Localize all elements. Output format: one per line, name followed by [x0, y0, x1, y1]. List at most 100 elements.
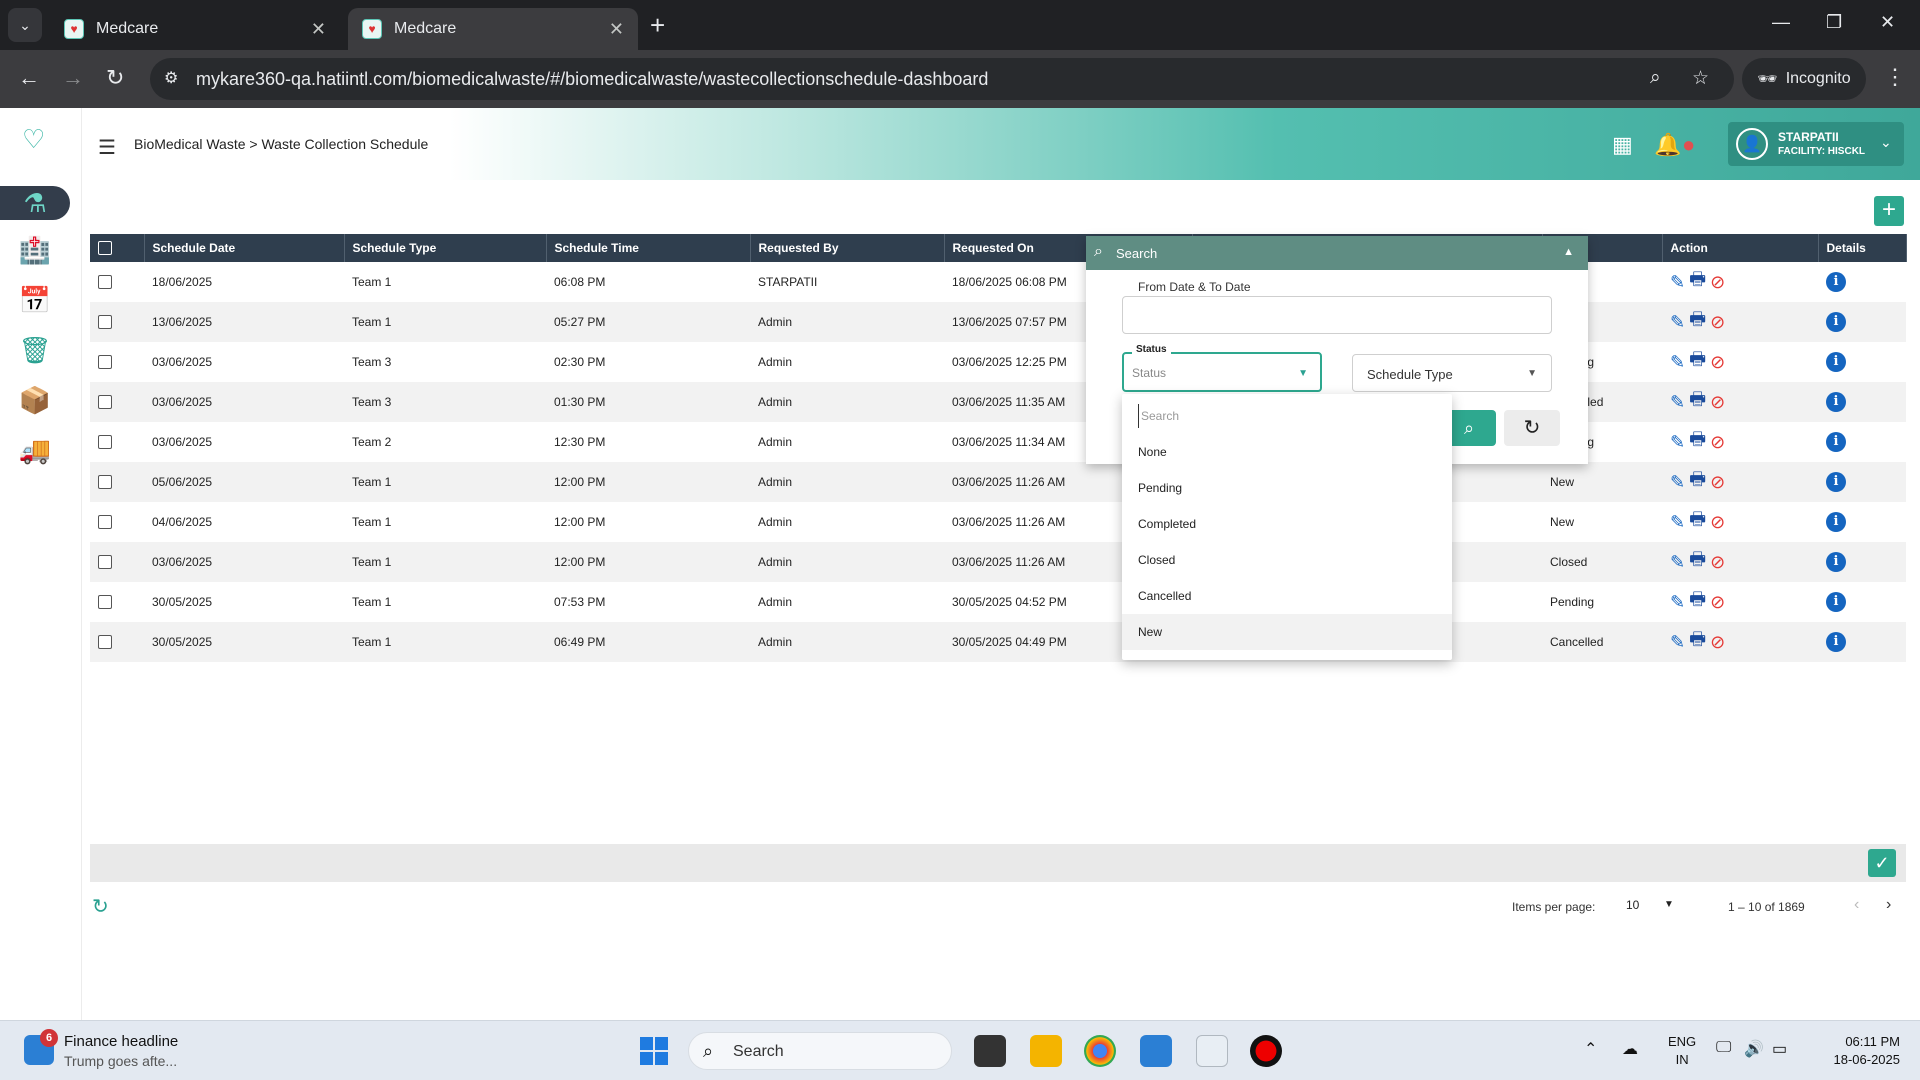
bookmark-star-icon[interactable]: ☆	[1692, 67, 1709, 90]
info-icon[interactable]: i	[1826, 272, 1846, 292]
news-title[interactable]: Finance headline	[64, 1033, 178, 1050]
forward-arrow-icon[interactable]: →	[62, 66, 84, 90]
row-checkbox[interactable]	[98, 475, 112, 490]
close-window-icon[interactable]: ✕	[1880, 12, 1895, 33]
edit-icon[interactable]: ✎	[1670, 472, 1685, 493]
apps-grid-icon[interactable]: ▦	[1612, 132, 1633, 158]
print-icon[interactable]: 🖶	[1689, 507, 1706, 537]
battery-icon[interactable]: ▭	[1772, 1039, 1787, 1059]
app-logo-icon[interactable]: ♡	[22, 124, 45, 155]
user-menu[interactable]: 👤 STARPATII FACILITY: HISCKL ⌄	[1728, 122, 1904, 166]
new-tab-button[interactable]: +	[650, 11, 665, 39]
sidebar-item-collection[interactable]: 📦	[18, 384, 52, 416]
sidebar-item-schedule[interactable]: 📅	[18, 284, 52, 316]
cancel-icon[interactable]: ⊘	[1710, 512, 1725, 533]
table-row[interactable]: 30/05/2025 Team 1 07:53 PM Admin 30/05/2025 …	[90, 582, 1906, 622]
print-icon[interactable]: 🖶	[1689, 267, 1706, 297]
print-icon[interactable]: 🖶	[1689, 627, 1706, 657]
onedrive-icon[interactable]: ☁	[1622, 1039, 1638, 1059]
edit-icon[interactable]: ✎	[1670, 552, 1685, 573]
next-page-icon[interactable]: ›	[1886, 896, 1891, 914]
dropdown-option[interactable]: Closed	[1122, 542, 1452, 578]
table-row[interactable]: 03/06/2025 Team 3 02:30 PM Admin 03/06/2025 …	[90, 342, 1906, 382]
minimize-icon[interactable]: —	[1772, 12, 1790, 33]
volume-icon[interactable]: 🔊	[1744, 1039, 1764, 1059]
notepad-icon[interactable]	[1140, 1035, 1172, 1067]
row-checkbox[interactable]	[98, 635, 112, 650]
language-indicator[interactable]: ENG IN	[1668, 1033, 1696, 1069]
cancel-icon[interactable]: ⊘	[1710, 352, 1725, 373]
network-icon[interactable]: 🖵	[1716, 1039, 1731, 1057]
zoom-icon[interactable]: ⌕	[1650, 67, 1661, 89]
dropdown-option[interactable]: None	[1122, 434, 1452, 470]
browser-tab[interactable]: ♥ Medcare ✕	[50, 8, 340, 50]
search-panel-header[interactable]: ⌕ Search ▲	[1086, 236, 1588, 270]
dropdown-option[interactable]: Cancelled	[1122, 578, 1452, 614]
cancel-icon[interactable]: ⊘	[1710, 312, 1725, 333]
dropdown-option[interactable]: Pending	[1122, 470, 1452, 506]
tray-overflow-icon[interactable]: ⌃	[1584, 1039, 1597, 1059]
sidebar-item-biomedical-waste[interactable]: ⚗	[0, 186, 70, 220]
cancel-icon[interactable]: ⊘	[1710, 632, 1725, 653]
date-range-input[interactable]	[1122, 296, 1552, 334]
row-checkbox[interactable]	[98, 315, 112, 330]
column-header[interactable]: Schedule Date	[144, 234, 345, 262]
dropdown-option-highlighted[interactable]: New	[1122, 614, 1452, 650]
table-row[interactable]: 18/06/2025 Team 1 06:08 PM STARPATII 18/06/2…	[90, 262, 1906, 302]
alert-icon[interactable]: ●	[1682, 132, 1695, 158]
edit-icon[interactable]: ✎	[1670, 272, 1685, 293]
row-checkbox[interactable]	[98, 515, 112, 530]
edit-icon[interactable]: ✎	[1670, 392, 1685, 413]
table-row[interactable]: 03/06/2025 Team 1 12:00 PM Admin 03/06/2025 …	[90, 542, 1906, 582]
windows-start-icon[interactable]	[640, 1037, 668, 1065]
table-row[interactable]: 13/06/2025 Team 1 05:27 PM Admin 13/06/2025 …	[90, 302, 1906, 342]
browser-tab-active[interactable]: ♥ Medcare ✕	[348, 8, 638, 50]
info-icon[interactable]: i	[1826, 352, 1846, 372]
row-checkbox[interactable]	[98, 355, 112, 370]
edit-icon[interactable]: ✎	[1670, 312, 1685, 333]
system-clock[interactable]: 06:11 PM 18-06-2025	[1810, 1033, 1901, 1069]
edit-icon[interactable]: ✎	[1670, 512, 1685, 533]
edit-icon[interactable]: ✎	[1670, 352, 1685, 373]
table-row[interactable]: 04/06/2025 Team 1 12:00 PM Admin 03/06/2025 …	[90, 502, 1906, 542]
reset-button[interactable]: ↻	[1504, 410, 1560, 446]
info-icon[interactable]: i	[1826, 392, 1846, 412]
info-icon[interactable]: i	[1826, 632, 1846, 652]
info-icon[interactable]: i	[1826, 552, 1846, 572]
notification-bell-icon[interactable]: 🔔	[1654, 132, 1681, 158]
dropdown-search-input[interactable]: Search	[1138, 404, 1434, 428]
browser-menu-icon[interactable]: ⋮	[1884, 64, 1906, 90]
edit-icon[interactable]: ✎	[1670, 632, 1685, 653]
add-schedule-button[interactable]: +	[1874, 196, 1904, 226]
cancel-icon[interactable]: ⊘	[1710, 552, 1725, 573]
print-icon[interactable]: 🖶	[1689, 467, 1706, 497]
back-arrow-icon[interactable]: ←	[18, 66, 40, 90]
print-icon[interactable]: 🖶	[1689, 387, 1706, 417]
url-field[interactable]: ⚙ mykare360-qa.hatiintl.com/biomedicalwa…	[150, 58, 1734, 100]
incognito-indicator[interactable]: 🕶 Incognito	[1742, 58, 1866, 100]
confirm-button[interactable]: ✓	[1868, 849, 1896, 877]
row-checkbox[interactable]	[98, 435, 112, 450]
column-header[interactable]: Schedule Time	[546, 234, 751, 262]
select-all-checkbox[interactable]	[98, 241, 112, 256]
column-header[interactable]: Requested By	[750, 234, 945, 262]
row-checkbox[interactable]	[98, 595, 112, 610]
edit-icon[interactable]: ✎	[1670, 432, 1685, 453]
print-icon[interactable]: 🖶	[1689, 427, 1706, 457]
print-icon[interactable]: 🖶	[1689, 307, 1706, 337]
cancel-icon[interactable]: ⊘	[1710, 392, 1725, 413]
table-row[interactable]: 03/06/2025 Team 3 01:30 PM Admin 03/06/2025 …	[90, 382, 1906, 422]
snipping-tool-icon[interactable]	[1196, 1035, 1228, 1067]
refresh-icon[interactable]: ↻	[92, 894, 109, 919]
info-icon[interactable]: i	[1826, 432, 1846, 452]
task-view-icon[interactable]	[974, 1035, 1006, 1067]
info-icon[interactable]: i	[1826, 592, 1846, 612]
print-icon[interactable]: 🖶	[1689, 587, 1706, 617]
recorder-icon[interactable]	[1250, 1035, 1282, 1067]
column-header[interactable]: Schedule Type	[344, 234, 547, 262]
cancel-icon[interactable]: ⊘	[1710, 472, 1725, 493]
row-checkbox[interactable]	[98, 275, 112, 290]
row-checkbox[interactable]	[98, 395, 112, 410]
chrome-icon[interactable]	[1084, 1035, 1116, 1067]
print-icon[interactable]: 🖶	[1689, 347, 1706, 377]
